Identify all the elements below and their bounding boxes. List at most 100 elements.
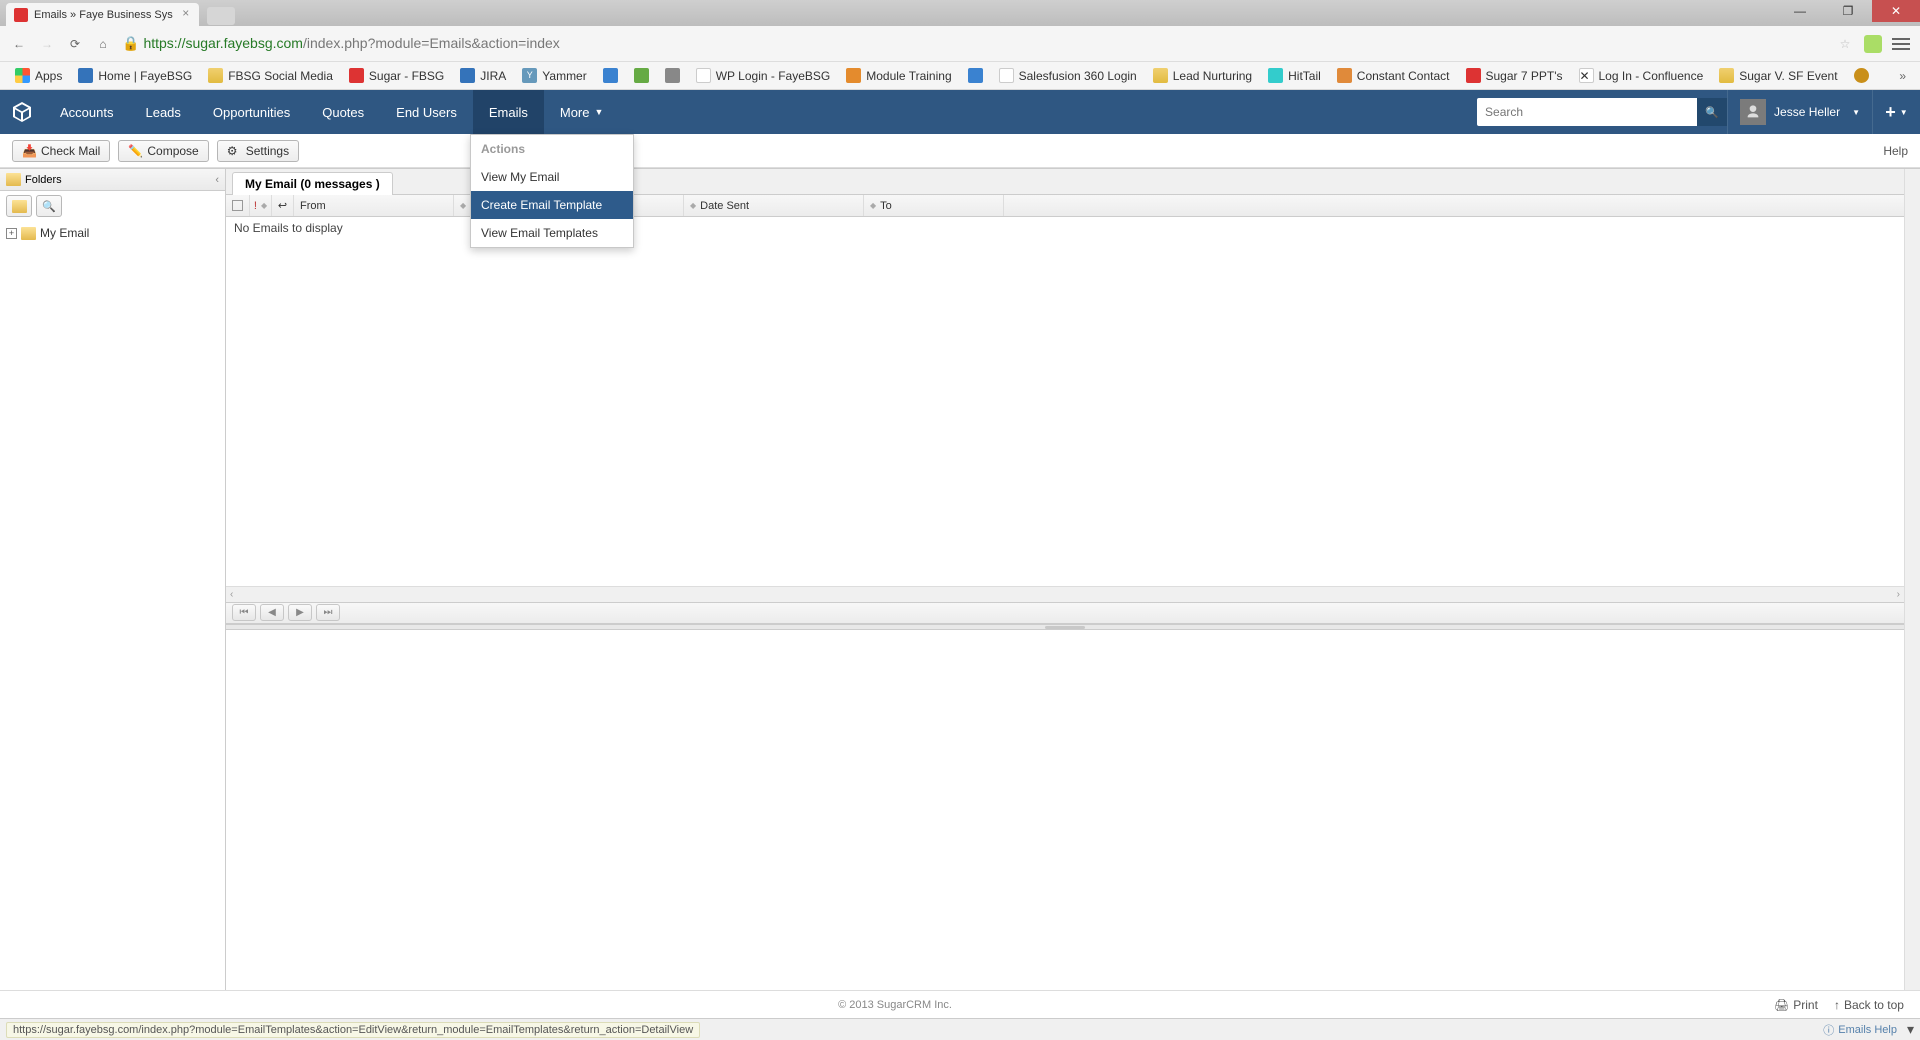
gear-icon: [1854, 68, 1869, 83]
extension-icon[interactable]: [1864, 35, 1882, 53]
pager-first[interactable]: ⏮: [232, 604, 256, 621]
avatar: [1740, 99, 1766, 125]
bookmarks-overflow[interactable]: »: [1893, 69, 1912, 83]
bookmark-item[interactable]: JIRA: [453, 65, 513, 86]
compose-button[interactable]: ✏️Compose: [118, 140, 208, 162]
folders-label: Folders: [25, 174, 62, 186]
bookmark-item[interactable]: Sugar 7 PPT's: [1459, 65, 1570, 86]
folders-header: Folders ‹: [0, 169, 225, 191]
scroll-right-icon[interactable]: ›: [1897, 589, 1900, 600]
expand-icon[interactable]: +: [6, 228, 17, 239]
plus-icon: +: [1885, 102, 1896, 123]
col-from[interactable]: From: [294, 195, 454, 216]
folders-sidebar: Folders ‹ 🔍 + My Email: [0, 169, 226, 990]
bookmark-item[interactable]: [961, 65, 990, 86]
bookmark-item[interactable]: WP Login - FayeBSG: [689, 65, 838, 86]
bookmark-item[interactable]: FBSG Social Media: [201, 65, 340, 86]
global-search-button[interactable]: 🔍: [1697, 98, 1727, 126]
grid-pager: ⏮ ◀ ▶ ⏭: [226, 602, 1904, 624]
new-tab-button[interactable]: [207, 7, 235, 25]
col-to[interactable]: ◆To: [864, 195, 1004, 216]
app-logo[interactable]: [0, 90, 44, 134]
folder-icon: [1153, 68, 1168, 83]
help-link[interactable]: Help: [1883, 144, 1908, 158]
bookmark-item[interactable]: [658, 65, 687, 86]
dropdown-view-my-email[interactable]: View My Email: [471, 163, 633, 191]
main-area: Folders ‹ 🔍 + My Email My Email (0 messa…: [0, 168, 1920, 990]
emails-help-link[interactable]: ⓘEmails Help: [1823, 1022, 1897, 1038]
col-checkbox[interactable]: [226, 195, 250, 216]
scroll-left-icon[interactable]: ‹: [230, 589, 233, 600]
settings-button[interactable]: ⚙Settings: [217, 140, 299, 162]
vertical-scrollbar[interactable]: [1904, 169, 1920, 990]
nav-opportunities[interactable]: Opportunities: [197, 90, 306, 134]
bookmark-item[interactable]: [596, 65, 625, 86]
bookmark-item[interactable]: Sugar V. SF Event: [1712, 65, 1844, 86]
back-button[interactable]: ←: [10, 35, 28, 53]
tab-my-email[interactable]: My Email (0 messages ): [232, 172, 393, 195]
sort-icon: ◆: [261, 201, 267, 210]
dropdown-view-email-templates[interactable]: View Email Templates: [471, 219, 633, 247]
home-button[interactable]: ⌂: [94, 35, 112, 53]
page-icon: [968, 68, 983, 83]
bookmark-item[interactable]: HitTail: [1261, 65, 1328, 86]
col-date-sent[interactable]: ◆Date Sent: [684, 195, 864, 216]
nav-more[interactable]: More▼: [544, 90, 620, 134]
check-mail-button[interactable]: 📥Check Mail: [12, 140, 110, 162]
pager-next[interactable]: ▶: [288, 604, 312, 621]
col-flag[interactable]: !◆: [250, 195, 272, 216]
bookmark-item[interactable]: [1847, 65, 1876, 86]
email-toolbar: 📥Check Mail ✏️Compose ⚙Settings Help: [0, 134, 1920, 168]
folder-icon: [208, 68, 223, 83]
forward-button[interactable]: →: [38, 35, 56, 53]
bookmark-item[interactable]: ✕Log In - Confluence: [1572, 65, 1711, 86]
global-search-input[interactable]: [1477, 98, 1697, 126]
back-to-top-link[interactable]: ↑Back to top: [1834, 998, 1904, 1012]
nav-leads[interactable]: Leads: [129, 90, 196, 134]
window-minimize-button[interactable]: —: [1776, 0, 1824, 22]
nav-end-users[interactable]: End Users: [380, 90, 473, 134]
chrome-menu-icon[interactable]: [1892, 38, 1910, 50]
bookmark-star-icon[interactable]: ☆: [1836, 35, 1854, 53]
user-menu[interactable]: Jesse Heller ▼: [1727, 90, 1872, 134]
search-icon: 🔍: [42, 200, 56, 213]
status-url: https://sugar.fayebsg.com/index.php?modu…: [6, 1022, 700, 1038]
horizontal-splitter[interactable]: [226, 624, 1904, 630]
tab-close-icon[interactable]: ×: [179, 7, 193, 21]
url-path: /index.php?module=Emails&action=index: [303, 35, 560, 51]
bookmark-apps[interactable]: Apps: [8, 65, 69, 86]
folder-tree-button[interactable]: [6, 195, 32, 217]
bookmark-item[interactable]: Sugar - FBSG: [342, 65, 451, 86]
nav-accounts[interactable]: Accounts: [44, 90, 129, 134]
browser-tab[interactable]: Emails » Faye Business Sys ×: [6, 3, 199, 26]
folder-icon: [21, 227, 36, 240]
bookmark-item[interactable]: Lead Nurturing: [1146, 65, 1259, 86]
pager-last[interactable]: ⏭: [316, 604, 340, 621]
bookmark-item[interactable]: Constant Contact: [1330, 65, 1457, 86]
quick-create-button[interactable]: + ▼: [1872, 90, 1920, 134]
nav-emails[interactable]: Emails: [473, 90, 544, 134]
window-maximize-button[interactable]: ❐: [1824, 0, 1872, 22]
bookmark-item[interactable]: [627, 65, 656, 86]
page-icon: [1268, 68, 1283, 83]
grid-hscroll[interactable]: ‹›: [226, 586, 1904, 602]
address-bar[interactable]: 🔒https://sugar.fayebsg.com/index.php?mod…: [122, 35, 1826, 52]
col-reply[interactable]: ↩: [272, 195, 294, 216]
tree-node-my-email[interactable]: + My Email: [6, 225, 219, 241]
page-icon: [665, 68, 680, 83]
pager-prev[interactable]: ◀: [260, 604, 284, 621]
chevron-down-icon: ▼: [1900, 108, 1908, 117]
dropdown-create-email-template[interactable]: Create Email Template: [471, 191, 633, 219]
collapse-sidebar-icon[interactable]: ‹: [215, 174, 219, 186]
reload-button[interactable]: ⟳: [66, 35, 84, 53]
bookmark-item[interactable]: Module Training: [839, 65, 958, 86]
window-close-button[interactable]: ✕: [1872, 0, 1920, 22]
bookmark-item[interactable]: Home | FayeBSG: [71, 65, 199, 86]
bookmark-item[interactable]: Salesfusion 360 Login: [992, 65, 1144, 86]
help-icon: ⓘ: [1823, 1022, 1834, 1038]
chevron-down-icon[interactable]: ▾: [1907, 1021, 1914, 1038]
print-link[interactable]: 🖨Print: [1774, 998, 1818, 1012]
nav-quotes[interactable]: Quotes: [306, 90, 380, 134]
folder-search-button[interactable]: 🔍: [36, 195, 62, 217]
bookmark-item[interactable]: YYammer: [515, 65, 593, 86]
